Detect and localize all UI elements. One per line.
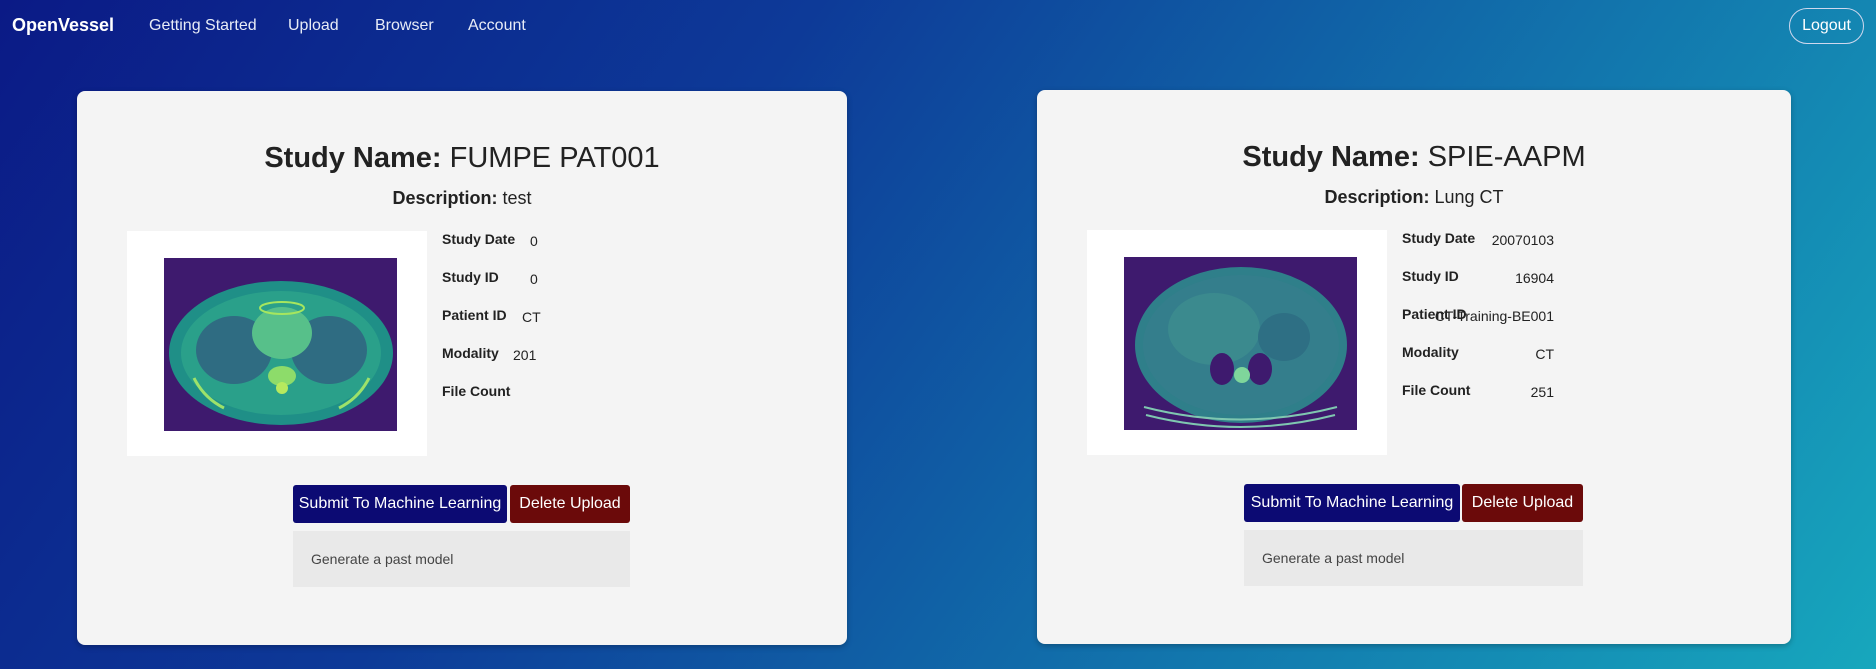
study-title: Study Name: FUMPE PAT001 [77, 142, 847, 175]
scan-thumbnail-frame [127, 231, 427, 456]
study-card: Study Name: SPIE-AAPM Description: Lung … [1037, 90, 1791, 644]
info-row-study-date: Study Date 0 [442, 231, 762, 269]
study-id-label: Study ID [442, 269, 499, 285]
patient-id-value: CT-Training-BE001 [1434, 308, 1554, 324]
study-name: SPIE-AAPM [1427, 141, 1586, 173]
patient-id-value: CT [522, 309, 541, 325]
modality-label: Modality [442, 345, 499, 361]
info-row-patient-id: Patient ID CT-Training-BE001 [1402, 306, 1722, 344]
nav-account[interactable]: Account [468, 17, 526, 35]
logout-button[interactable]: Logout [1789, 8, 1864, 44]
study-card: Study Name: FUMPE PAT001 Description: te… [77, 91, 847, 645]
study-date-label: Study Date [1402, 230, 1476, 246]
delete-upload-button[interactable]: Delete Upload [510, 485, 630, 523]
info-row-modality: Modality CT [1402, 344, 1722, 382]
past-model-panel[interactable]: Generate a past model [1244, 530, 1583, 586]
file-count-label: File Count [1402, 382, 1471, 398]
submit-ml-button[interactable]: Submit To Machine Learning [293, 485, 507, 523]
description-value: Lung CT [1434, 187, 1504, 207]
scan-thumbnail-frame [1087, 230, 1387, 455]
info-row-modality: Modality 201 [442, 345, 762, 383]
info-row-patient-id: Patient ID CT [442, 307, 762, 345]
modality-label: Modality [1402, 344, 1459, 360]
nav-browser[interactable]: Browser [375, 17, 434, 35]
study-date-value: 20070103 [1491, 232, 1554, 248]
study-id-value: 0 [530, 271, 538, 287]
nav-upload[interactable]: Upload [288, 17, 339, 35]
file-count-label: File Count [442, 383, 511, 399]
study-name: FUMPE PAT001 [449, 142, 660, 174]
study-description: Description: Lung CT [1037, 187, 1791, 208]
brand-logo[interactable]: OpenVessel [12, 15, 114, 36]
top-navbar: OpenVessel Getting Started Upload Browse… [0, 0, 1876, 54]
file-count-value: 251 [1530, 384, 1554, 400]
study-id-value: 16904 [1515, 270, 1554, 286]
study-date-label: Study Date [442, 231, 516, 247]
modality-value: CT [1535, 346, 1554, 362]
ct-scan-thumbnail [1124, 257, 1357, 430]
info-row-file-count: File Count [442, 383, 762, 421]
info-row-study-date: Study Date 20070103 [1402, 230, 1722, 268]
ct-scan-thumbnail [164, 258, 397, 431]
patient-id-label: Patient ID [442, 307, 507, 323]
submit-ml-button[interactable]: Submit To Machine Learning [1244, 484, 1460, 522]
description-label: Description: [392, 188, 498, 208]
study-id-label: Study ID [1402, 268, 1459, 284]
info-row-file-count: File Count 251 [1402, 382, 1722, 420]
modality-value: 201 [513, 347, 537, 363]
info-row-study-id: Study ID 16904 [1402, 268, 1722, 306]
study-name-label: Study Name: [264, 142, 442, 174]
study-title: Study Name: SPIE-AAPM [1037, 141, 1791, 174]
past-model-panel[interactable]: Generate a past model [293, 531, 630, 587]
study-name-label: Study Name: [1242, 141, 1420, 173]
study-info: Study Date 20070103 Study ID 16904 Patie… [1402, 230, 1722, 420]
delete-upload-button[interactable]: Delete Upload [1462, 484, 1583, 522]
study-info: Study Date 0 Study ID 0 Patient ID CT Mo… [442, 231, 762, 421]
study-description: Description: test [77, 188, 847, 209]
description-value: test [502, 188, 532, 208]
info-row-study-id: Study ID 0 [442, 269, 762, 307]
nav-getting-started[interactable]: Getting Started [149, 17, 257, 35]
study-date-value: 0 [530, 233, 538, 249]
description-label: Description: [1324, 187, 1430, 207]
